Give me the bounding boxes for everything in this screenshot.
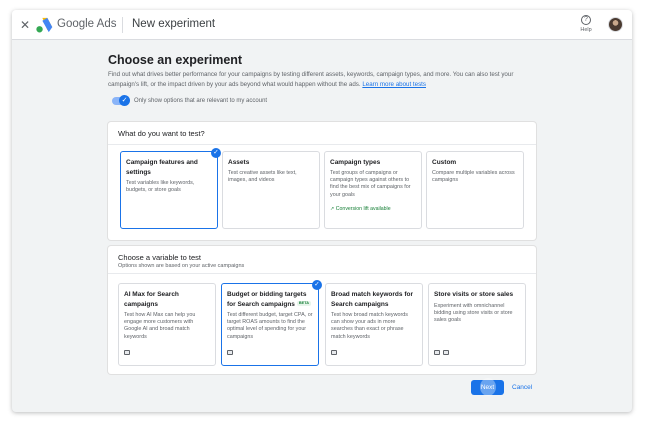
beta-badge: BETA [296, 301, 311, 307]
click-ripple [480, 378, 496, 396]
app-window: ✕ Google Ads New experiment ? Help Choos… [12, 10, 632, 412]
card-description: Test different budget, target CPA, or ta… [227, 312, 313, 340]
conversion-lift-note: ↗ Conversion lift available [330, 206, 391, 212]
header-divider [122, 17, 123, 33]
top-bar: ✕ Google Ads New experiment ? Help [12, 10, 632, 40]
learn-more-link[interactable]: Learn more about tests [362, 81, 426, 88]
panel-divider [108, 144, 536, 145]
card-ai-max[interactable]: AI Max for Search campaigns Test how AI … [118, 283, 216, 366]
card-campaign-types[interactable]: Campaign types Test groups of campaigns … [324, 151, 422, 229]
next-button[interactable]: Next [471, 378, 504, 396]
card-description: Test creative assets like text, images, … [228, 170, 297, 184]
card-title: Assets [228, 159, 250, 166]
help-button[interactable]: ? Help [578, 15, 594, 33]
brand-name: Google Ads [57, 18, 117, 30]
section-description: Find out what drives better performance … [108, 70, 536, 89]
help-icon: ? [581, 15, 591, 25]
shopping-icon [443, 350, 449, 355]
card-description: Experiment with omnichannel bidding usin… [434, 303, 513, 324]
card-store-visits[interactable]: Store visits or store sales Experiment w… [428, 283, 526, 366]
search-icon [124, 350, 130, 355]
google-ads-logo [36, 17, 53, 33]
checkmark-icon: ✓ [312, 280, 322, 290]
cancel-button[interactable]: Cancel [512, 384, 532, 391]
card-campaign-features[interactable]: Campaign features and settings Test vari… [120, 148, 221, 229]
panel-heading: Choose a variable to test [118, 253, 201, 262]
card-title: AI Max for Search campaigns [124, 291, 179, 308]
card-custom[interactable]: Custom Compare multiple variables across… [426, 151, 524, 229]
section-title: Choose an experiment [108, 53, 243, 67]
card-title: Custom [432, 159, 457, 166]
search-icon [227, 350, 233, 355]
conversion-lift-text: Conversion lift available [335, 206, 391, 212]
checkmark-icon: ✓ [211, 148, 221, 158]
test-type-panel: What do you want to test? Campaign featu… [108, 122, 536, 240]
campaign-type-icons [434, 342, 452, 360]
search-icon [331, 350, 337, 355]
panel-subheading: Options shown are based on your active c… [118, 263, 245, 269]
card-title: Campaign features and settings [126, 159, 198, 176]
search-icon [434, 350, 440, 355]
campaign-type-icons [124, 342, 133, 360]
checkmark-icon: ✓ [119, 95, 130, 106]
variable-panel: Choose a variable to test Options shown … [108, 246, 536, 374]
campaign-type-icons [331, 342, 340, 360]
card-assets[interactable]: Assets Test creative assets like text, i… [222, 151, 320, 229]
card-description: Test variables like keywords, budgets, o… [126, 180, 195, 194]
panel-heading: What do you want to test? [118, 129, 205, 138]
avatar[interactable] [608, 17, 623, 32]
card-description: Compare multiple variables across campai… [432, 170, 515, 184]
card-title: Broad match keywords for Search campaign… [331, 291, 413, 308]
card-description: Test how AI Max can help you engage more… [124, 312, 196, 340]
toggle-label: Only show options that are relevant to m… [134, 98, 268, 104]
panel-divider [108, 273, 536, 274]
card-title: Campaign types [330, 159, 381, 166]
help-label: Help [580, 27, 592, 33]
page-title: New experiment [132, 18, 216, 30]
card-broad-match[interactable]: Broad match keywords for Search campaign… [325, 283, 423, 366]
card-budget-bidding[interactable]: Budget or bidding targets for Search cam… [221, 280, 322, 366]
description-text: Find out what drives better performance … [108, 71, 514, 88]
relevance-toggle[interactable]: ✓ [112, 95, 130, 106]
card-description: Test groups of campaigns or campaign typ… [330, 170, 411, 198]
card-title: Store visits or store sales [434, 291, 514, 298]
close-icon[interactable]: ✕ [18, 18, 32, 32]
card-title-text: Budget or bidding targets for Search cam… [227, 291, 307, 308]
card-description: Test how broad match keywords can show y… [331, 312, 408, 340]
campaign-type-icons [227, 342, 236, 360]
card-title: Budget or bidding targets for Search cam… [227, 290, 315, 309]
